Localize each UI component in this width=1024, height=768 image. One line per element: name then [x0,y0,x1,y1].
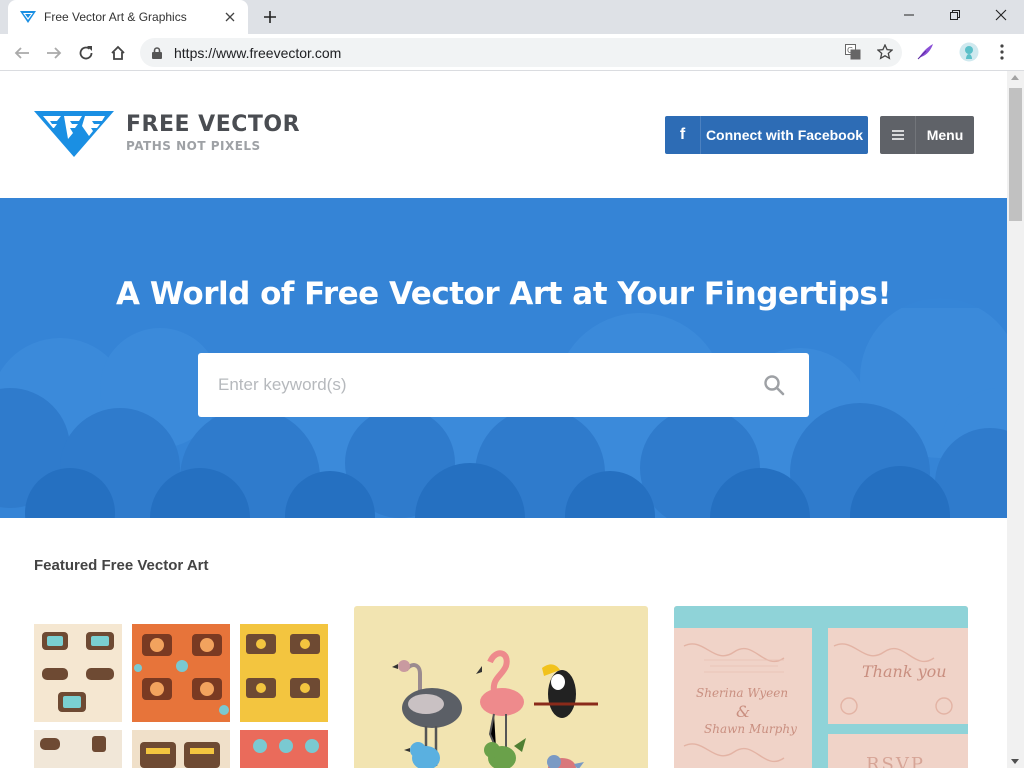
menu-button[interactable]: Menu [880,116,974,154]
retro-patterns-thumbnail [34,624,328,768]
featured-section-title: Featured Free Vector Art [34,557,209,574]
logo-tagline: PATHS NOT PIXELS [126,139,261,153]
birds-thumbnail [392,650,598,768]
browser-tab[interactable]: Free Vector Art & Graphics [8,0,248,34]
connect-facebook-label: Connect with Facebook [705,127,864,143]
address-url: https://www.freevector.com [174,44,342,61]
restore-icon[interactable] [932,0,978,30]
search-box [198,353,809,417]
featured-card-retro-patterns[interactable] [34,606,328,768]
scrollbar-thumb[interactable] [1009,88,1022,221]
connect-facebook-button[interactable]: f Connect with Facebook [665,116,868,154]
hero-title: A World of Free Vector Art at Your Finge… [116,276,891,312]
site-header: FREE VECTOR PATHS NOT PIXELS f Connect w… [0,71,1007,198]
facebook-icon: f [665,116,701,154]
site-logo[interactable]: FREE VECTOR PATHS NOT PIXELS [34,109,300,157]
featured-card-wedding-stationery[interactable]: Sherina Wyeen & Shawn Murphy Thank you R… [674,606,968,768]
close-window-icon[interactable] [978,0,1024,30]
svg-text:G: G [847,46,853,55]
page-scrollbar[interactable] [1007,71,1024,768]
home-icon[interactable] [105,40,131,66]
couple-name-2: Shawn Murphy [704,722,797,736]
logo-name: FREE VECTOR [126,112,301,137]
extension-quill-icon[interactable] [915,42,935,62]
couple-name-1: Sherina Wyeen [696,686,789,700]
robin-illustration [547,755,584,768]
thank-you-text: Thank you [862,662,947,681]
search-input[interactable] [198,353,738,417]
free-vector-logo-icon [34,111,114,157]
address-bar[interactable]: https://www.freevector.com [140,38,902,67]
lock-icon [152,46,166,60]
back-arrow-icon[interactable] [9,40,35,66]
browser-tabstrip: Free Vector Art & Graphics [0,0,1024,34]
featured-card-birds[interactable] [354,606,648,768]
browser-toolbar: https://www.freevector.com G [0,34,1024,71]
menu-label: Menu [926,127,964,143]
rsvp-text: RSVP [866,754,925,768]
profile-avatar-icon[interactable] [959,42,979,62]
minimize-icon[interactable] [886,0,932,30]
new-tab-icon[interactable] [258,6,282,28]
more-vertical-icon[interactable] [992,42,1012,62]
hero-banner: A World of Free Vector Art at Your Finge… [0,198,1007,518]
flamingo-illustration [476,650,524,750]
tab-close-icon[interactable] [222,9,238,25]
ampersand-text: & [736,702,751,721]
site-favicon-icon [20,9,36,25]
toucan-illustration [534,664,598,718]
bluebird-illustration [404,742,440,768]
page-viewport: FREE VECTOR PATHS NOT PIXELS f Connect w… [0,71,1007,768]
hamburger-menu-icon [880,116,916,154]
tab-title: Free Vector Art & Graphics [44,10,187,24]
search-icon[interactable] [763,374,785,396]
reload-icon[interactable] [73,40,99,66]
star-icon[interactable] [875,42,895,62]
scroll-down-arrow-icon[interactable] [1011,759,1019,764]
translate-icon[interactable]: G [843,42,863,62]
scroll-up-arrow-icon[interactable] [1011,75,1019,80]
forward-arrow-icon[interactable] [41,40,67,66]
